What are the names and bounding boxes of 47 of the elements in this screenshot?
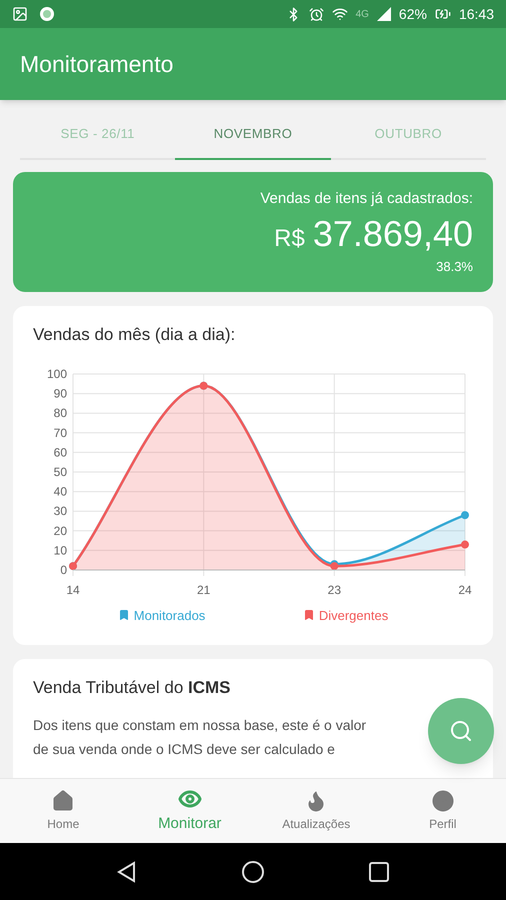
battery-percent: 62% [398,4,427,24]
home-button-icon[interactable] [240,860,265,884]
tab[interactable]: NOVEMBRO [175,110,331,160]
axis-label: 70 [54,425,67,440]
summary-value: 37.869,40 [312,212,473,256]
axis-label: 40 [54,484,67,498]
axis-label: 10 [54,542,67,557]
nav-item[interactable]: Atualizações [253,779,380,843]
card-title: Venda Tributável do ICMS [33,677,232,699]
axis-label: 100 [46,366,67,380]
alarm-icon [308,6,324,22]
home-icon [51,789,76,813]
nav-item[interactable]: Home [0,779,126,843]
clock: 16:43 [458,4,494,24]
recents-icon[interactable] [368,860,390,882]
axis-label: 30 [54,504,67,518]
currency-label: R$ [274,224,305,254]
legend-label: Divergentes [318,606,388,625]
point [461,540,469,548]
card-text: Dos itens que constam em nossa base, este é o valor [33,716,366,735]
signal-icon [376,7,391,21]
network-label: 4G [356,8,369,22]
image-icon [12,6,28,22]
summary-label: Vendas de itens já cadastrados: [260,189,473,209]
axis-label: 0 [60,562,67,576]
point [461,510,469,519]
axis-label: 80 [54,406,67,420]
legend-icon [118,609,130,622]
axis-label: 24 [458,582,472,596]
legend-label: Monitorados [134,606,206,624]
legend-icon [302,609,315,622]
axis-label: 23 [328,582,342,596]
axis-label: 14 [66,582,80,596]
axis-label: 21 [196,582,210,596]
axis-label: 60 [54,444,67,459]
axis-label: 20 [54,523,67,538]
axis-label: 90 [54,386,67,400]
nav-item[interactable]: Perfil [380,779,506,843]
summary-percent: 38.3% [436,258,473,276]
wifi-icon [332,6,348,22]
nav-item[interactable]: Monitorar [126,779,253,843]
search-icon [449,719,473,743]
axis-label: 50 [54,464,67,478]
app-title: Monitoramento [20,50,174,79]
card-text: de sua venda onde o ICMS deve ser calculado e [33,740,335,758]
card-title: Vendas do mês (dia a dia): [32,324,236,346]
back-icon[interactable] [116,860,138,882]
